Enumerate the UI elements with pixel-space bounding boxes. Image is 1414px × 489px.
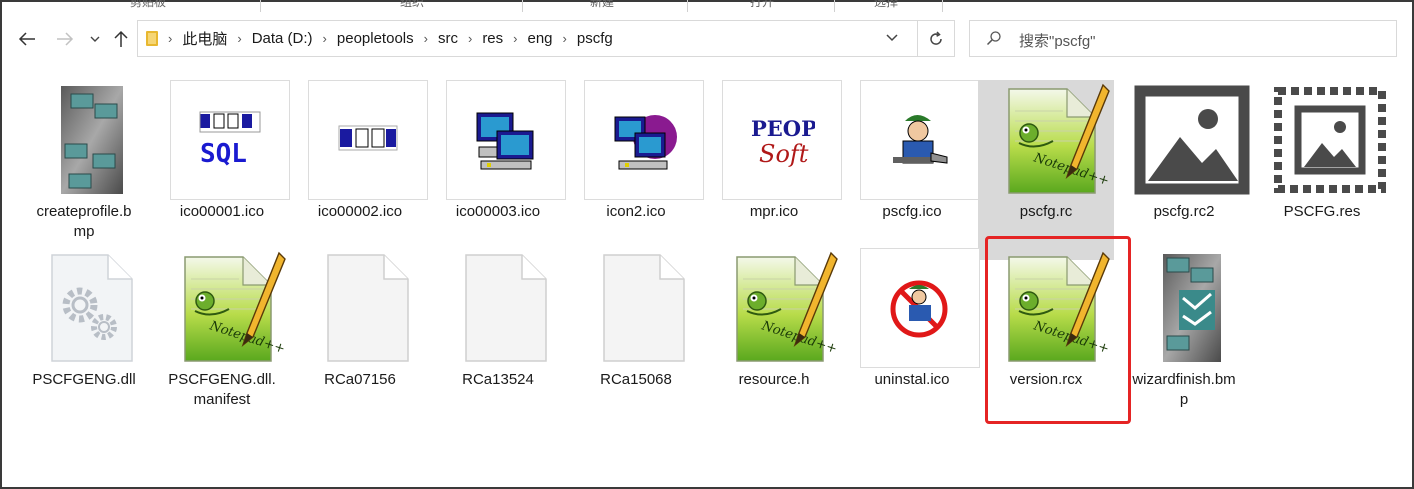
breadcrumb: › 此电脑 › Data (D:) › peopletools › src › …	[168, 28, 613, 49]
notepadpp-icon: Notepad++	[994, 80, 1114, 200]
file-name-label: ico00003.ico	[455, 203, 541, 220]
file-name-label: RCa07156	[324, 371, 396, 388]
file-name-label: pscfg.rc	[1019, 203, 1073, 220]
file-item[interactable]: PSCFGENG.dll	[16, 248, 152, 428]
file-item[interactable]: PSCFG.res	[1254, 80, 1390, 260]
arrow-up-icon	[114, 30, 128, 47]
file-item[interactable]: PEOPLESoft mpr.ico	[706, 80, 842, 260]
file-name-label: ico00001.ico	[179, 203, 265, 220]
file-name-label: resource.h	[738, 371, 810, 388]
file-name-label: RCa13524	[462, 371, 534, 388]
file-item[interactable]: RCa13524	[430, 248, 566, 428]
file-name-label: PSCFG.res	[1283, 203, 1361, 220]
address-dropdown-button[interactable]	[886, 30, 898, 45]
blank-icon	[308, 248, 428, 368]
blank-icon	[584, 248, 704, 368]
refresh-icon	[930, 30, 942, 45]
file-item[interactable]: wizardfinish.bm p	[1116, 248, 1252, 428]
file-item[interactable]: RCa15068	[568, 248, 704, 428]
file-name-label: pscfg.rc2	[1153, 203, 1215, 220]
address-bar[interactable]: › 此电脑 › Data (D:) › peopletools › src › …	[137, 20, 918, 57]
breadcrumb-pscfg[interactable]: pscfg	[577, 30, 613, 47]
ico-uninstall-icon	[860, 248, 980, 368]
breadcrumb-peopletools[interactable]: peopletools	[337, 30, 414, 47]
file-item[interactable]: Notepad++ resource.h	[706, 248, 842, 428]
file-item[interactable]: SQL ico00001.ico	[154, 80, 290, 260]
ribbon-group-open[interactable]: 打开	[750, 0, 774, 10]
ico-network2-icon	[584, 80, 704, 200]
svg-text:SQL: SQL	[200, 139, 247, 169]
search-icon	[986, 31, 1001, 46]
file-item[interactable]: createprofile.b mp	[16, 80, 152, 260]
ribbon-group-organize[interactable]: 组织	[400, 0, 424, 10]
ribbon-group-clipboard[interactable]: 剪贴板	[130, 0, 166, 10]
notepadpp-icon: Notepad++	[170, 248, 290, 368]
file-name-label: mpr.ico	[749, 203, 799, 220]
ico-worker-icon	[860, 80, 980, 200]
svg-text:PEOPLE: PEOPLE	[751, 116, 815, 141]
refresh-button[interactable]	[918, 20, 955, 57]
notepadpp-icon: Notepad++	[722, 248, 842, 368]
file-item[interactable]: icon2.ico	[568, 80, 704, 260]
ico-odbc-icon	[308, 80, 428, 200]
file-item[interactable]: Notepad++PSCFGENG.dll. manifest	[154, 248, 290, 428]
file-item[interactable]: Notepad++ pscfg.rc	[978, 80, 1114, 260]
ico-sql-icon: SQL	[170, 80, 290, 200]
breadcrumb-res[interactable]: res	[482, 30, 503, 47]
file-item[interactable]: pscfg.rc2	[1116, 80, 1252, 260]
chevron-down-icon	[886, 34, 898, 42]
breadcrumb-data-drive[interactable]: Data (D:)	[252, 30, 313, 47]
ico-peoplesoft-icon: PEOPLESoft	[722, 80, 842, 200]
blank-icon	[446, 248, 566, 368]
file-item[interactable]: RCa07156	[292, 248, 428, 428]
file-item[interactable]: uninstal.ico	[844, 248, 980, 428]
breadcrumb-src[interactable]: src	[438, 30, 458, 47]
image-generic-icon	[1132, 80, 1252, 200]
file-name-label: uninstal.ico	[874, 371, 950, 388]
recent-locations-button[interactable]	[85, 28, 105, 50]
file-name-label: PSCFGENG.dll	[32, 371, 136, 388]
ico-network-icon	[446, 80, 566, 200]
file-name-label: pscfg.ico	[882, 203, 942, 220]
image-dotted-icon	[1270, 80, 1390, 200]
chevron-down-icon	[90, 36, 100, 42]
svg-text:Soft: Soft	[759, 140, 809, 168]
search-input[interactable]: 搜索"pscfg"	[1019, 30, 1096, 51]
arrow-right-icon	[57, 32, 74, 46]
breadcrumb-eng[interactable]: eng	[528, 30, 553, 47]
file-name-label: PSCFGENG.dll. manifest	[168, 371, 276, 408]
search-box[interactable]: 搜索"pscfg"	[969, 20, 1397, 57]
breadcrumb-this-pc[interactable]: 此电脑	[182, 28, 227, 49]
file-name-label: createprofile.b mp	[36, 203, 132, 240]
file-name-label: ico00002.ico	[317, 203, 403, 220]
ribbon-group-new[interactable]: 新建	[590, 0, 614, 10]
file-name-label: icon2.ico	[606, 203, 666, 220]
highlight-annotation	[985, 236, 1131, 424]
bmp-wizard-icon	[32, 80, 152, 200]
up-button[interactable]	[110, 28, 132, 50]
bmp-wizard2-icon	[1132, 248, 1252, 368]
file-name-label: wizardfinish.bm p	[1132, 371, 1236, 408]
folder-icon	[146, 31, 158, 46]
file-item[interactable]: ico00002.ico	[292, 80, 428, 260]
ribbon-group-select[interactable]: 选择	[874, 0, 898, 10]
file-item[interactable]: pscfg.ico	[844, 80, 980, 260]
forward-button[interactable]	[54, 28, 76, 50]
back-button[interactable]	[16, 28, 38, 50]
file-item[interactable]: ico00003.ico	[430, 80, 566, 260]
dll-icon	[32, 248, 152, 368]
ribbon-remnant: 剪贴板 组织 新建 打开 选择	[2, 0, 1412, 12]
file-name-label: RCa15068	[600, 371, 672, 388]
arrow-left-icon	[18, 32, 35, 46]
